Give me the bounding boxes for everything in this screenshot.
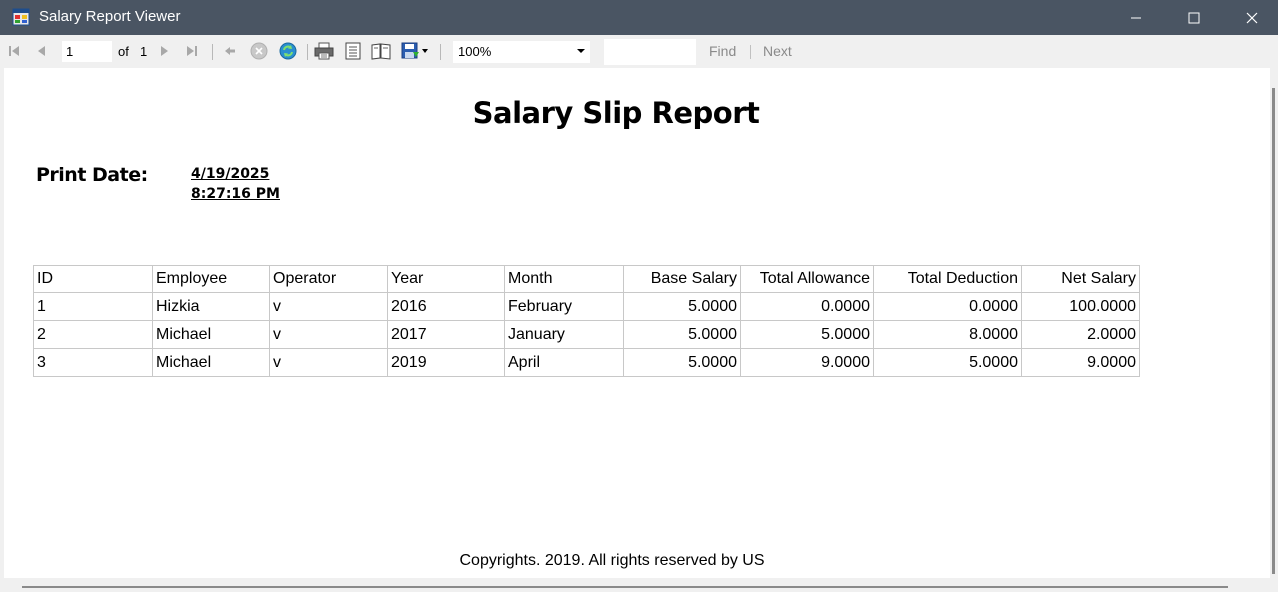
stop-button[interactable] — [249, 41, 269, 61]
cell-total-deduction: 0.0000 — [873, 292, 1022, 321]
cell-operator: v — [269, 320, 388, 349]
salary-table: ID Employee Operator Year Month Base Sal… — [33, 265, 1140, 377]
table-row: 2 Michael v 2017 January 5.0000 5.0000 8… — [33, 320, 1140, 349]
cell-total-deduction: 5.0000 — [873, 348, 1022, 377]
column-header-net-salary: Net Salary — [1021, 265, 1140, 293]
print-button[interactable] — [314, 41, 334, 61]
column-header-month: Month — [504, 265, 624, 293]
cell-base-salary: 5.0000 — [623, 348, 741, 377]
cell-year: 2019 — [387, 348, 505, 377]
report-toolbar: of 1 100% Find Next — [0, 35, 1278, 68]
cell-operator: v — [269, 292, 388, 321]
cell-operator: v — [269, 348, 388, 377]
cell-total-allowance: 0.0000 — [740, 292, 874, 321]
chevron-down-icon — [577, 49, 585, 53]
cell-net-salary: 2.0000 — [1021, 320, 1140, 349]
column-header-employee: Employee — [152, 265, 270, 293]
toolbar-separator — [212, 44, 213, 60]
horizontal-scrollbar[interactable] — [0, 578, 1278, 592]
column-header-total-deduction: Total Deduction — [873, 265, 1022, 293]
minimize-button[interactable] — [1107, 0, 1165, 35]
first-page-button[interactable] — [4, 41, 24, 61]
total-pages-label: 1 — [140, 44, 148, 59]
print-date: 4/19/2025 — [191, 166, 270, 182]
export-button[interactable] — [400, 41, 432, 61]
find-button[interactable]: Find — [709, 43, 736, 59]
cell-employee: Michael — [152, 348, 270, 377]
cell-id: 1 — [33, 292, 153, 321]
cell-total-allowance: 5.0000 — [740, 320, 874, 349]
print-layout-icon — [345, 42, 361, 60]
printer-icon — [314, 42, 334, 60]
refresh-button[interactable] — [278, 41, 298, 61]
column-header-year: Year — [387, 265, 505, 293]
table-header-row: ID Employee Operator Year Month Base Sal… — [33, 265, 1140, 293]
cell-month: January — [504, 320, 624, 349]
save-export-icon — [401, 42, 428, 59]
next-page-icon — [161, 46, 168, 56]
print-date-value: 4/19/2025 8:27:16 PM — [191, 164, 280, 204]
page-setup-icon — [371, 43, 391, 60]
cell-year: 2017 — [387, 320, 505, 349]
previous-page-button[interactable] — [32, 41, 52, 61]
cell-total-deduction: 8.0000 — [873, 320, 1022, 349]
table-row: 3 Michael v 2019 April 5.0000 9.0000 5.0… — [33, 348, 1140, 377]
cell-month: February — [504, 292, 624, 321]
column-header-base-salary: Base Salary — [623, 265, 741, 293]
column-header-id: ID — [33, 265, 153, 293]
print-date-label: Print Date: — [36, 164, 148, 186]
table-row: 1 Hizkia v 2016 February 5.0000 0.0000 0… — [33, 292, 1140, 321]
minimize-icon — [1131, 17, 1141, 18]
window-title: Salary Report Viewer — [39, 8, 181, 25]
find-input[interactable] — [604, 39, 696, 65]
title-bar: Salary Report Viewer — [0, 0, 1278, 35]
back-arrow-icon — [225, 47, 235, 55]
cell-employee: Hizkia — [152, 292, 270, 321]
vertical-scrollbar-thumb[interactable] — [1272, 88, 1275, 574]
zoom-select[interactable]: 100% — [453, 41, 590, 63]
vertical-scrollbar[interactable] — [1270, 68, 1278, 578]
column-header-total-allowance: Total Allowance — [740, 265, 874, 293]
back-button[interactable] — [220, 41, 240, 61]
print-time: 8:27:16 PM — [191, 186, 280, 202]
next-page-button[interactable] — [154, 41, 174, 61]
app-icon — [12, 8, 30, 26]
page-setup-button[interactable] — [371, 41, 391, 61]
zoom-value: 100% — [458, 44, 492, 59]
horizontal-scrollbar-thumb[interactable] — [22, 586, 1228, 588]
find-next-button[interactable]: Next — [763, 43, 792, 59]
first-page-icon — [9, 46, 19, 56]
last-page-button[interactable] — [182, 41, 202, 61]
print-layout-button[interactable] — [343, 41, 363, 61]
cell-month: April — [504, 348, 624, 377]
cell-year: 2016 — [387, 292, 505, 321]
close-button[interactable] — [1223, 0, 1278, 35]
toolbar-separator — [307, 44, 308, 60]
maximize-button[interactable] — [1165, 0, 1223, 35]
stop-icon — [250, 42, 268, 60]
cell-total-allowance: 9.0000 — [740, 348, 874, 377]
toolbar-separator — [440, 44, 441, 60]
cell-id: 2 — [33, 320, 153, 349]
cell-id: 3 — [33, 348, 153, 377]
last-page-icon — [187, 46, 197, 56]
cell-net-salary: 100.0000 — [1021, 292, 1140, 321]
refresh-icon — [279, 42, 297, 60]
report-page: Salary Slip Report Print Date: 4/19/2025… — [4, 68, 1270, 578]
current-page-input[interactable] — [62, 41, 112, 62]
report-footer: Copyrights. 2019. All rights reserved by… — [459, 552, 765, 569]
close-icon — [1246, 12, 1258, 23]
report-title: Salary Slip Report — [472, 96, 760, 130]
previous-page-icon — [38, 46, 45, 56]
of-label: of — [118, 44, 129, 59]
cell-net-salary: 9.0000 — [1021, 348, 1140, 377]
column-header-operator: Operator — [269, 265, 388, 293]
cell-base-salary: 5.0000 — [623, 320, 741, 349]
cell-base-salary: 5.0000 — [623, 292, 741, 321]
cell-employee: Michael — [152, 320, 270, 349]
find-separator — [750, 45, 751, 59]
maximize-icon — [1188, 12, 1200, 23]
